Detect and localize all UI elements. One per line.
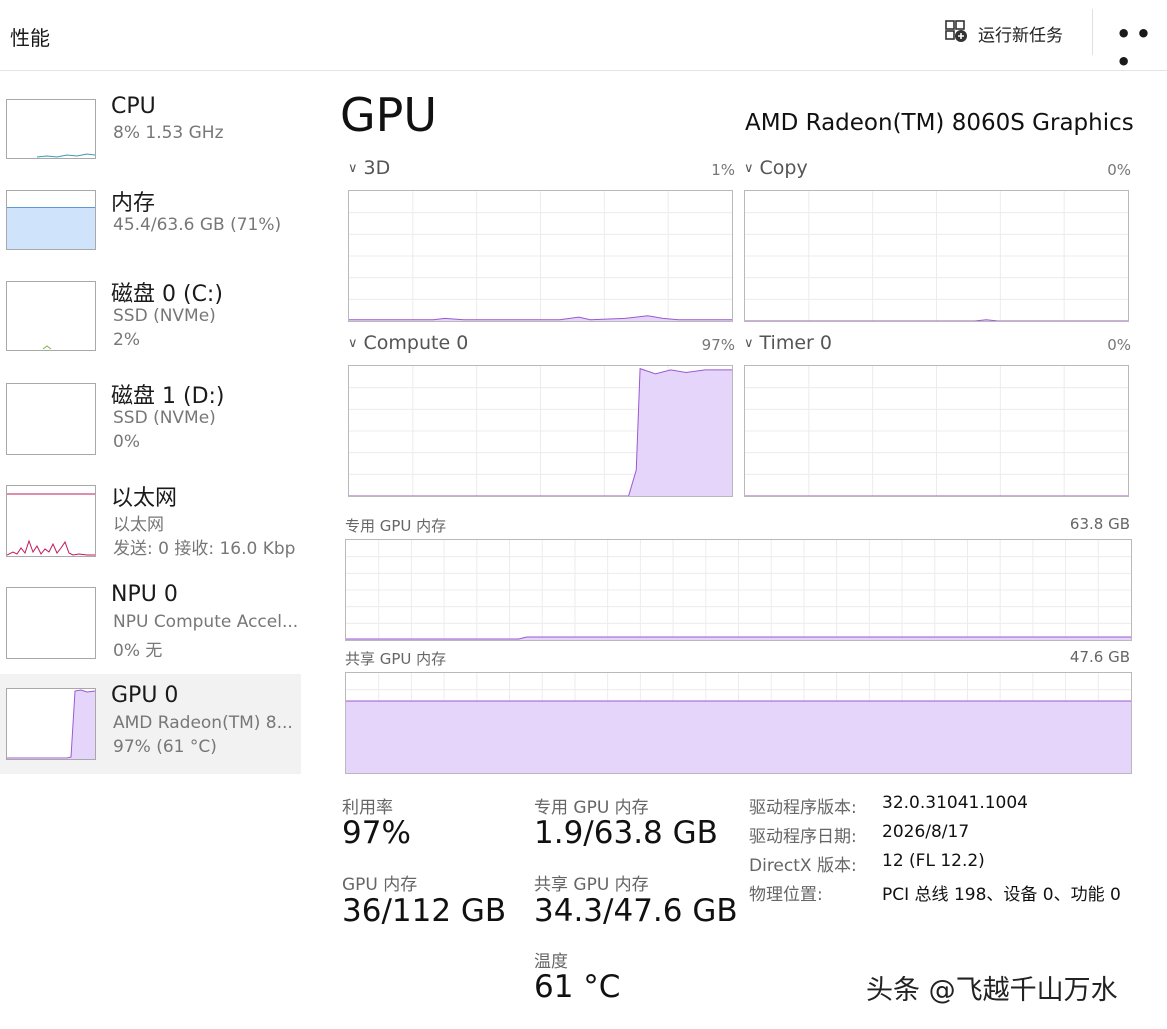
sidebar-item-detail: SSD (NVMe) bbox=[113, 306, 216, 326]
dedicated-memory-label: 专用 GPU 内存 bbox=[345, 517, 447, 535]
sidebar-item-detail: AMD Radeon(TM) 8... bbox=[113, 713, 293, 733]
ethernet-thumbnail bbox=[6, 485, 96, 557]
watermark: 头条 @飞越千山万水 bbox=[866, 975, 1118, 1006]
dedicated-memory-max: 63.8 GB bbox=[1069, 515, 1130, 533]
dedicated-memory-graph bbox=[345, 539, 1132, 641]
gpu-model-name: AMD Radeon(TM) 8060S Graphics bbox=[745, 110, 1134, 136]
shared-memory-area bbox=[346, 701, 1131, 773]
sidebar-item-detail-2: 0% 无 bbox=[113, 641, 163, 661]
sidebar-item-disk-0[interactable]: 磁盘 0 (C:) SSD (NVMe) 2% bbox=[0, 272, 301, 372]
sidebar-item-detail: NPU Compute Accel... bbox=[113, 612, 299, 632]
engine-selector-compute[interactable]: ∨ Compute 0 bbox=[348, 332, 468, 354]
shared-memory-label: 共享 GPU 内存 bbox=[345, 650, 447, 668]
sidebar-item-label: CPU bbox=[111, 94, 156, 119]
more-icon[interactable]: • • • bbox=[1116, 20, 1167, 76]
gpu-memory-label: GPU 内存 bbox=[342, 875, 418, 895]
sidebar-item-detail: 以太网 bbox=[113, 515, 164, 535]
sidebar-item-label: 磁盘 1 (D:) bbox=[111, 384, 225, 409]
shared-memory-max: 47.6 GB bbox=[1069, 648, 1130, 666]
sidebar-item-memory[interactable]: 内存 45.4/63.6 GB (71%) bbox=[0, 180, 301, 280]
temperature-value: 61 °C bbox=[534, 969, 621, 1005]
engine-label: Compute 0 bbox=[363, 332, 469, 354]
engine-label: Timer 0 bbox=[759, 332, 832, 354]
run-new-task-button[interactable]: 运行新任务 bbox=[944, 19, 1063, 47]
sidebar-item-detail-2: 97% (61 °C) bbox=[113, 737, 217, 757]
driver-date-value: 2026/8/17 bbox=[882, 822, 970, 842]
sidebar-item-detail: 45.4/63.6 GB (71%) bbox=[113, 215, 282, 235]
shared-memory-stat-value: 34.3/47.6 GB bbox=[534, 893, 738, 929]
gpu-thumbnail bbox=[6, 688, 96, 760]
npu-thumbnail bbox=[6, 587, 96, 659]
engine-label: 3D bbox=[363, 157, 391, 179]
dedicated-memory-stat-value: 1.9/63.8 GB bbox=[534, 815, 718, 851]
driver-version-value: 32.0.31041.1004 bbox=[882, 793, 1029, 813]
sidebar-item-detail-2: 2% bbox=[113, 330, 140, 350]
engine-selector-copy[interactable]: ∨ Copy bbox=[744, 157, 808, 179]
header-divider bbox=[1092, 9, 1093, 55]
chevron-down-icon: ∨ bbox=[744, 161, 754, 176]
sidebar-item-label: GPU 0 bbox=[111, 683, 179, 708]
sidebar-item-label: 磁盘 0 (C:) bbox=[111, 282, 223, 307]
sidebar-item-ethernet[interactable]: 以太网 以太网 发送: 0 接收: 16.0 Kbp bbox=[0, 476, 301, 576]
engine-selector-timer[interactable]: ∨ Timer 0 bbox=[744, 332, 832, 354]
engine-selector-3d[interactable]: ∨ 3D bbox=[348, 157, 390, 179]
sidebar-item-cpu[interactable]: CPU 8% 1.53 GHz bbox=[0, 88, 301, 188]
chevron-down-icon: ∨ bbox=[744, 336, 754, 351]
disk-1-thumbnail bbox=[6, 383, 96, 455]
engine-graph-compute bbox=[348, 365, 733, 497]
engine-percent: 1% bbox=[711, 161, 735, 179]
engine-graph-timer bbox=[744, 365, 1129, 497]
sidebar-item-label: 以太网 bbox=[111, 486, 178, 511]
engine-percent: 0% bbox=[1107, 336, 1131, 354]
engine-graph-copy bbox=[744, 190, 1129, 322]
driver-version-label: 驱动程序版本: bbox=[749, 798, 857, 818]
shared-memory-graph bbox=[345, 672, 1132, 774]
gpu-title: GPU bbox=[340, 88, 438, 142]
driver-date-label: 驱动程序日期: bbox=[749, 827, 857, 847]
sidebar-item-label: 内存 bbox=[111, 191, 156, 216]
sidebar-item-detail-2: 发送: 0 接收: 16.0 Kbp bbox=[113, 539, 296, 559]
sidebar-item-detail: 8% 1.53 GHz bbox=[113, 123, 224, 143]
utilization-value: 97% bbox=[342, 815, 411, 851]
engine-percent: 97% bbox=[701, 336, 735, 354]
directx-version-label: DirectX 版本: bbox=[749, 856, 857, 876]
chevron-down-icon: ∨ bbox=[348, 336, 358, 351]
engine-graph-3d bbox=[348, 190, 733, 322]
disk-0-thumbnail bbox=[6, 281, 96, 351]
directx-version-value: 12 (FL 12.2) bbox=[882, 851, 985, 871]
sidebar-item-detail: SSD (NVMe) bbox=[113, 408, 216, 428]
run-new-task-label: 运行新任务 bbox=[978, 25, 1063, 46]
cpu-thumbnail bbox=[6, 99, 96, 159]
run-task-icon bbox=[944, 19, 968, 47]
sidebar-item-label: NPU 0 bbox=[111, 582, 178, 607]
memory-thumbnail bbox=[6, 190, 96, 250]
engine-label: Copy bbox=[759, 157, 808, 179]
engine-percent: 0% bbox=[1107, 161, 1131, 179]
physical-location-value: PCI 总线 198、设备 0、功能 0 bbox=[882, 885, 1121, 905]
sidebar-item-npu[interactable]: NPU 0 NPU Compute Accel... 0% 无 bbox=[0, 578, 301, 678]
chevron-down-icon: ∨ bbox=[348, 161, 358, 176]
physical-location-label: 物理位置: bbox=[749, 885, 823, 905]
sidebar-item-disk-1[interactable]: 磁盘 1 (D:) SSD (NVMe) 0% bbox=[0, 374, 301, 474]
sidebar-item-gpu-0[interactable]: GPU 0 AMD Radeon(TM) 8... 97% (61 °C) bbox=[0, 674, 301, 774]
sidebar-item-detail-2: 0% bbox=[113, 432, 140, 452]
gpu-memory-value: 36/112 GB bbox=[342, 893, 507, 929]
shared-memory-stat-label: 共享 GPU 内存 bbox=[534, 875, 649, 895]
page-title: 性能 bbox=[10, 26, 50, 50]
